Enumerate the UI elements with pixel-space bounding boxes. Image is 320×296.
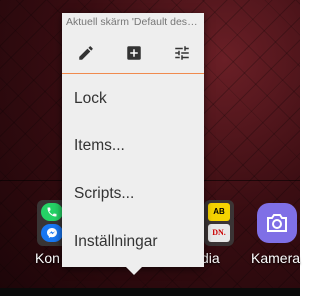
app-folder-media[interactable]: AB DN. bbox=[204, 200, 234, 246]
menu-item-settings[interactable]: Inställningar bbox=[74, 233, 158, 251]
context-menu-popup: Aktuell skärm 'Default desktop' Lock Ite… bbox=[62, 13, 204, 267]
navigation-bar bbox=[0, 288, 300, 296]
app-folder-label: Kon bbox=[35, 250, 60, 266]
add-button[interactable] bbox=[122, 44, 146, 66]
add-box-icon bbox=[125, 44, 143, 67]
adjust-button[interactable] bbox=[170, 44, 194, 66]
menu-item-items[interactable]: Items... bbox=[74, 137, 125, 155]
popup-title: Aktuell skärm 'Default desktop' bbox=[66, 16, 202, 28]
menu-item-scripts[interactable]: Scripts... bbox=[74, 185, 134, 203]
messenger-app-icon bbox=[41, 224, 63, 242]
pencil-icon bbox=[77, 44, 95, 67]
news-app-icon-dn: DN. bbox=[208, 224, 230, 242]
popup-toolbar bbox=[62, 41, 204, 69]
camera-app-label: Kamera bbox=[251, 250, 301, 266]
popup-divider bbox=[62, 73, 204, 74]
menu-item-lock[interactable]: Lock bbox=[74, 90, 107, 108]
edit-button[interactable] bbox=[74, 44, 98, 66]
popup-pointer bbox=[124, 265, 144, 275]
tune-icon bbox=[173, 44, 191, 67]
phone-app-icon bbox=[41, 203, 63, 221]
camera-app-icon[interactable] bbox=[257, 203, 297, 243]
news-app-icon-ab: AB bbox=[208, 203, 230, 221]
